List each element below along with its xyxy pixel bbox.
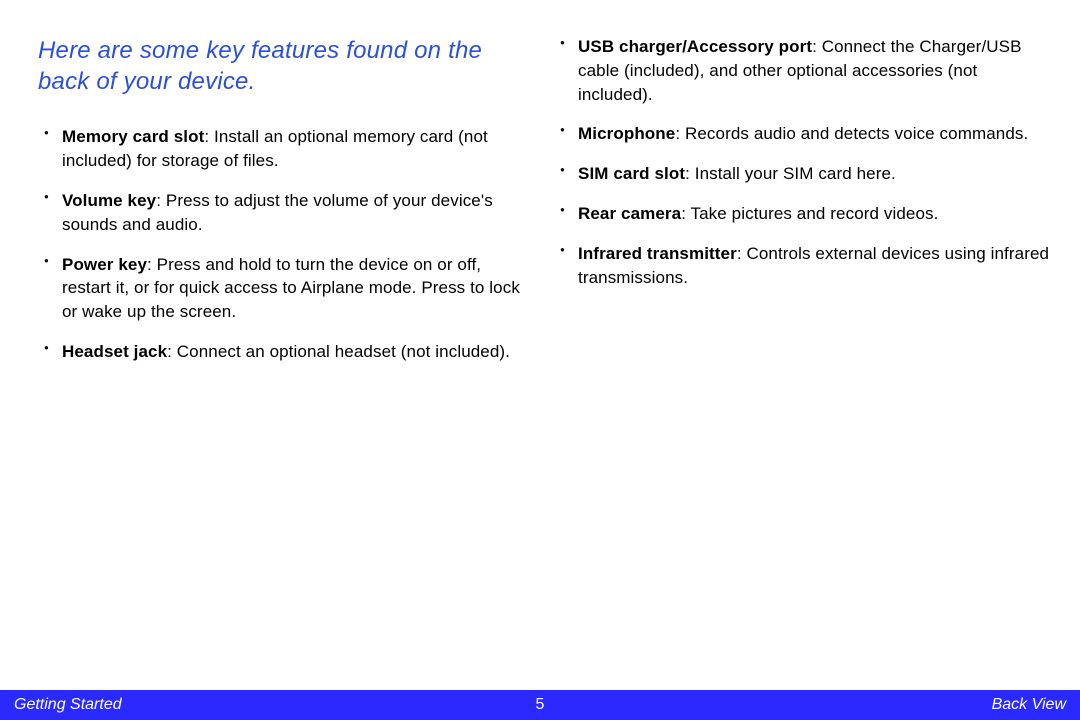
term: Headset jack	[62, 342, 167, 361]
list-item: Power key: Press and hold to turn the de…	[38, 253, 534, 324]
footer-section: Getting Started	[0, 696, 540, 714]
footer: Getting Started 5 Back View	[0, 690, 1080, 720]
term: USB charger/Accessory port	[578, 37, 812, 56]
desc: : Install your SIM card here.	[685, 164, 896, 183]
column-left: Here are some key features found on the …	[38, 35, 534, 380]
desc: : Records audio and detects voice comman…	[675, 124, 1028, 143]
desc: : Connect an optional headset (not inclu…	[167, 342, 510, 361]
page-number: 5	[536, 696, 545, 714]
feature-list-left: Memory card slot: Install an optional me…	[38, 125, 534, 363]
feature-list-right: USB charger/Accessory port: Connect the …	[554, 35, 1050, 289]
term: Rear camera	[578, 204, 681, 223]
list-item: Infrared transmitter: Controls external …	[554, 242, 1050, 290]
term: Power key	[62, 255, 147, 274]
term: Infrared transmitter	[578, 244, 737, 263]
term: Volume key	[62, 191, 156, 210]
term: Microphone	[578, 124, 675, 143]
page: Here are some key features found on the …	[0, 0, 1080, 720]
list-item: Rear camera: Take pictures and record vi…	[554, 202, 1050, 226]
column-right: USB charger/Accessory port: Connect the …	[554, 35, 1050, 380]
term: SIM card slot	[578, 164, 685, 183]
list-item: USB charger/Accessory port: Connect the …	[554, 35, 1050, 106]
term: Memory card slot	[62, 127, 204, 146]
list-item: Memory card slot: Install an optional me…	[38, 125, 534, 173]
list-item: Volume key: Press to adjust the volume o…	[38, 189, 534, 237]
footer-title: Back View	[540, 696, 1080, 714]
intro-text: Here are some key features found on the …	[38, 35, 534, 97]
content: Here are some key features found on the …	[0, 0, 1080, 380]
list-item: Headset jack: Connect an optional headse…	[38, 340, 534, 364]
list-item: Microphone: Records audio and detects vo…	[554, 122, 1050, 146]
desc: : Take pictures and record videos.	[681, 204, 938, 223]
list-item: SIM card slot: Install your SIM card her…	[554, 162, 1050, 186]
